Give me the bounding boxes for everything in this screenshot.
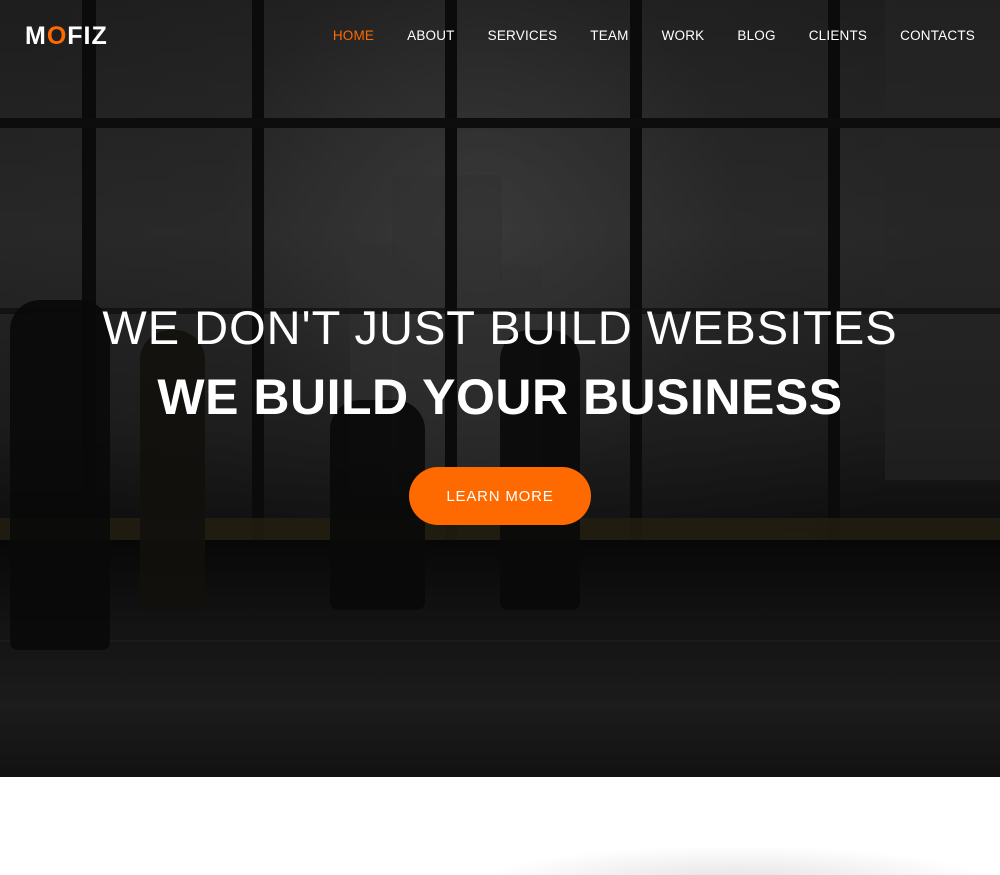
learn-more-button[interactable]: LEARN MORE [409, 467, 591, 525]
hero-subheadline: WE BUILD YOUR BUSINESS [157, 369, 843, 425]
logo-accent: O [46, 22, 68, 50]
logo-suffix: FIZ [67, 22, 108, 50]
nav-item-services[interactable]: SERVICES [488, 27, 558, 45]
hero-section: MOFIZ HOME ABOUT SERVICES TEAM WORK BLOG… [0, 0, 1000, 777]
nav-item-clients[interactable]: CLIENTS [809, 27, 867, 45]
nav-item-home[interactable]: HOME [333, 27, 374, 45]
site-logo[interactable]: MOFIZ [25, 22, 108, 51]
nav-item-team[interactable]: TEAM [590, 27, 628, 45]
nav-item-about[interactable]: ABOUT [407, 27, 455, 45]
nav-item-blog[interactable]: BLOG [737, 27, 775, 45]
nav-item-contacts[interactable]: CONTACTS [900, 27, 975, 45]
nav-item-work[interactable]: WORK [662, 27, 705, 45]
hero-headline: WE DON'T JUST BUILD WEBSITES [102, 301, 898, 354]
main-nav: HOME ABOUT SERVICES TEAM WORK BLOG CLIEN… [300, 27, 975, 45]
section-shadow [470, 845, 1000, 875]
logo-prefix: M [25, 22, 47, 50]
